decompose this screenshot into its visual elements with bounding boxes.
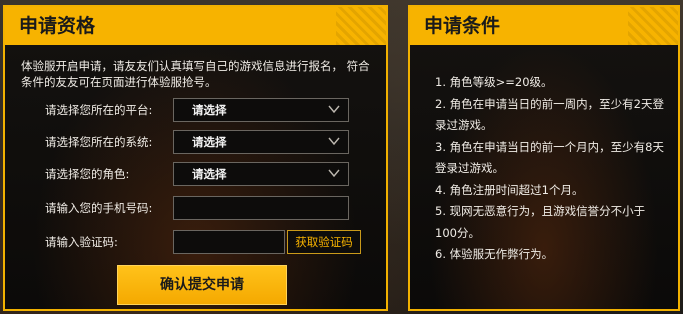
conditions-panel: 申请条件 1. 角色等级>=20级。 2. 角色在申请当日的前一周内，至少有2天… — [408, 5, 680, 311]
system-label: 请选择您所在的系统: — [45, 135, 153, 149]
application-panel-title: 申请资格 — [5, 7, 386, 45]
chevron-down-icon — [328, 137, 340, 146]
system-select-value: 请选择 — [192, 135, 227, 149]
chevron-down-icon — [328, 169, 340, 178]
application-panel: 申请资格 体验服开启申请，请友友们认真填写自己的游戏信息进行报名， 符合条件的友… — [3, 5, 388, 311]
conditions-panel-title: 申请条件 — [410, 7, 678, 45]
application-intro: 体验服开启申请，请友友们认真填写自己的游戏信息进行报名， 符合条件的友友可在页面… — [21, 59, 370, 89]
condition-item: 1. 角色等级>=20级。 — [435, 75, 553, 89]
submit-application-button[interactable]: 确认提交申请 — [117, 265, 287, 305]
condition-item: 2. 角色在申请当日的前一周内，至少有2天登录过游戏。 — [435, 96, 664, 133]
verification-code-input[interactable] — [173, 230, 285, 254]
condition-item: 4. 角色注册时间超过1个月。 — [435, 182, 584, 197]
phone-label: 请输入您的手机号码: — [45, 201, 153, 215]
get-verification-code-button[interactable]: 获取验证码 — [287, 230, 361, 254]
platform-row: 请选择您所在的平台: 请选择 — [45, 98, 349, 122]
platform-label: 请选择您所在的平台: — [45, 103, 153, 117]
condition-item: 6. 体验服无作弊行为。 — [435, 247, 554, 261]
conditions-list: 1. 角色等级>=20级。 2. 角色在申请当日的前一周内，至少有2天登录过游戏… — [410, 45, 678, 266]
system-select[interactable]: 请选择 — [173, 130, 349, 154]
phone-input[interactable] — [173, 196, 349, 220]
role-select-value: 请选择 — [192, 167, 227, 181]
platform-select-value: 请选择 — [192, 103, 227, 117]
phone-row: 请输入您的手机号码: — [45, 196, 349, 220]
condition-item: 5. 现网无恶意行为，且游戏信誉分不小于100分。 — [435, 204, 646, 240]
system-row: 请选择您所在的系统: 请选择 — [45, 130, 349, 154]
platform-select[interactable]: 请选择 — [173, 98, 349, 122]
role-select[interactable]: 请选择 — [173, 162, 349, 186]
condition-item: 3. 角色在申请当日的前一个月内，至少有8天登录过游戏。 — [435, 139, 664, 176]
code-row: 请输入验证码: 获取验证码 — [45, 230, 361, 254]
chevron-down-icon — [328, 105, 340, 114]
code-label: 请输入验证码: — [45, 235, 118, 249]
role-label: 请选择您的角色: — [45, 167, 130, 181]
role-row: 请选择您的角色: 请选择 — [45, 162, 349, 186]
